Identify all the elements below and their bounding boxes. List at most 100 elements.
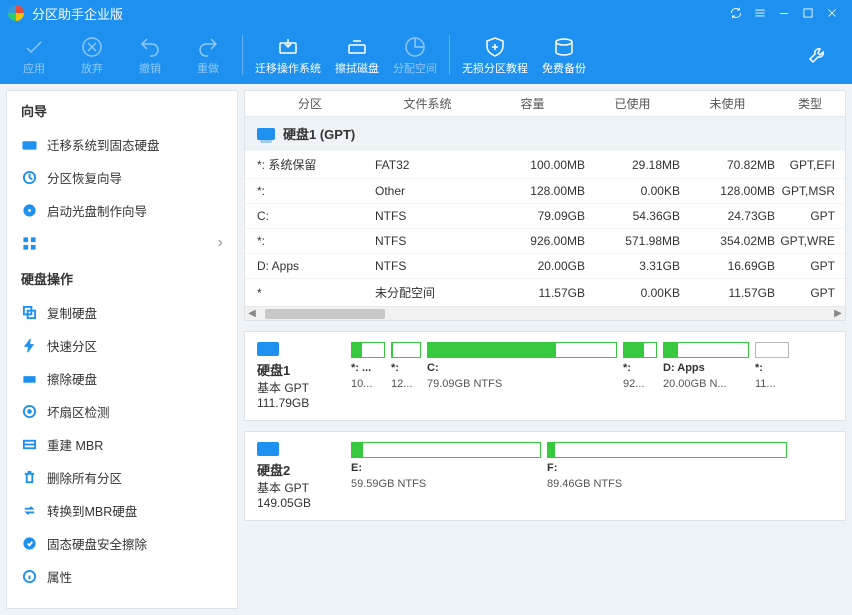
menu-button[interactable] bbox=[748, 1, 772, 25]
partition-bar[interactable]: *:11... bbox=[755, 342, 789, 410]
table-row[interactable]: *: 系统保留FAT32100.00MB29.18MB70.82MBGPT,EF… bbox=[245, 150, 845, 178]
ssd-icon bbox=[21, 137, 37, 153]
col-free[interactable]: 未使用 bbox=[680, 95, 775, 112]
minimize-button[interactable] bbox=[772, 1, 796, 25]
col-filesystem[interactable]: 文件系统 bbox=[375, 95, 480, 112]
disk-name: 硬盘2 bbox=[257, 460, 341, 479]
sidebar-item-delete-all[interactable]: 删除所有分区 bbox=[7, 461, 237, 494]
scroll-left-icon[interactable]: ◀ bbox=[245, 308, 259, 319]
redo-label: 重做 bbox=[197, 60, 219, 76]
sidebar-item-copy-disk[interactable]: 复制硬盘 bbox=[7, 296, 237, 329]
partition-desc: 79.09GB NTFS bbox=[427, 378, 617, 390]
partition-desc: 92... bbox=[623, 378, 657, 390]
maximize-button[interactable] bbox=[796, 1, 820, 25]
table-header: 分区 文件系统 容量 已使用 未使用 类型 bbox=[245, 91, 845, 117]
lossless-button[interactable]: 无损分区教程 bbox=[456, 32, 534, 78]
col-type[interactable]: 类型 bbox=[775, 95, 845, 112]
alloc-space-button[interactable]: 分配空间 bbox=[387, 32, 443, 78]
sidebar-item-migrate-ssd[interactable]: 迁移系统到固态硬盘 bbox=[7, 128, 237, 161]
backup-icon bbox=[552, 35, 576, 59]
disk-size: 149.05GB bbox=[257, 496, 341, 510]
usage-bar bbox=[351, 442, 541, 458]
sidebar-item-convert-mbr[interactable]: 转换到MBR硬盘 bbox=[7, 494, 237, 527]
app-logo-icon bbox=[8, 5, 24, 21]
table-row[interactable]: *:Other128.00MB0.00KB128.00MBGPT,MSR bbox=[245, 178, 845, 203]
partition-bar[interactable]: E:59.59GB NTFS bbox=[351, 442, 541, 510]
apply-button[interactable]: 应用 bbox=[6, 32, 62, 78]
sidebar-item-bootdisc[interactable]: 启动光盘制作向导 bbox=[7, 194, 237, 227]
partition-label: *: bbox=[623, 362, 657, 374]
cell-type: GPT bbox=[775, 286, 845, 300]
diskops-header: 硬盘操作 bbox=[7, 259, 237, 296]
wipe-disk-button[interactable]: 擦拭磁盘 bbox=[329, 32, 385, 78]
disk-type: 基本 GPT bbox=[257, 379, 341, 396]
sidebar-item-label: 分区恢复向导 bbox=[47, 168, 122, 187]
migrate-os-label: 迁移操作系统 bbox=[255, 60, 321, 76]
partition-bar[interactable]: D: Apps20.00GB N... bbox=[663, 342, 749, 410]
partition-label: *: bbox=[755, 362, 789, 374]
separator bbox=[242, 35, 243, 75]
table-row[interactable]: *未分配空间11.57GB0.00KB11.57GBGPT bbox=[245, 278, 845, 306]
partition-bar[interactable]: *: ...10... bbox=[351, 342, 385, 410]
disk-group-header[interactable]: 硬盘1 (GPT) bbox=[245, 117, 845, 150]
shield-icon bbox=[483, 35, 507, 59]
col-used[interactable]: 已使用 bbox=[585, 95, 680, 112]
undo-button[interactable]: 撤销 bbox=[122, 32, 178, 78]
main-panel: 分区 文件系统 容量 已使用 未使用 类型 硬盘1 (GPT) *: 系统保留F… bbox=[244, 90, 846, 609]
sidebar-item-badsector[interactable]: 坏扇区检测 bbox=[7, 395, 237, 428]
partition-bar[interactable]: *:12... bbox=[391, 342, 421, 410]
discard-button[interactable]: 放弃 bbox=[64, 32, 120, 78]
partition-bar[interactable]: F:89.46GB NTFS bbox=[547, 442, 787, 510]
cell-filesystem: FAT32 bbox=[375, 158, 480, 172]
bolt-icon bbox=[21, 338, 37, 354]
cell-partition: *: bbox=[245, 234, 375, 248]
table-row[interactable]: D: AppsNTFS20.00GB3.31GB16.69GBGPT bbox=[245, 253, 845, 278]
cell-partition: D: Apps bbox=[245, 259, 375, 273]
close-button[interactable] bbox=[820, 1, 844, 25]
sidebar-item-properties[interactable]: 属性 bbox=[7, 560, 237, 593]
col-partition[interactable]: 分区 bbox=[245, 95, 375, 112]
cell-filesystem: Other bbox=[375, 184, 480, 198]
cell-capacity: 79.09GB bbox=[480, 209, 585, 223]
discard-label: 放弃 bbox=[81, 60, 103, 76]
table-row[interactable]: *:NTFS926.00MB571.98MB354.02MBGPT,WRE bbox=[245, 228, 845, 253]
refresh-button[interactable] bbox=[724, 1, 748, 25]
sidebar-item-quick-part[interactable]: 快速分区 bbox=[7, 329, 237, 362]
migrate-os-button[interactable]: 迁移操作系统 bbox=[249, 32, 327, 78]
cell-capacity: 20.00GB bbox=[480, 259, 585, 273]
disk-card: 硬盘1基本 GPT111.79GB *: ...10...*:12...C:79.… bbox=[244, 331, 846, 421]
cell-capacity: 128.00MB bbox=[480, 184, 585, 198]
cell-free: 16.69GB bbox=[680, 259, 775, 273]
erase-icon bbox=[21, 371, 37, 387]
horizontal-scrollbar[interactable]: ◀ ▶ bbox=[245, 306, 845, 320]
sidebar-item-label: 迁移系统到固态硬盘 bbox=[47, 135, 160, 154]
wizard-header: 向导 bbox=[7, 91, 237, 128]
cell-used: 571.98MB bbox=[585, 234, 680, 248]
sidebar-item-rebuild-mbr[interactable]: 重建 MBR bbox=[7, 428, 237, 461]
scrollbar-thumb[interactable] bbox=[265, 309, 385, 319]
cell-partition: *: 系统保留 bbox=[245, 156, 375, 173]
usage-bar bbox=[755, 342, 789, 358]
settings-button[interactable] bbox=[790, 40, 846, 70]
disk-info[interactable]: 硬盘2基本 GPT149.05GB bbox=[257, 442, 341, 510]
disk-info[interactable]: 硬盘1基本 GPT111.79GB bbox=[257, 342, 341, 410]
col-capacity[interactable]: 容量 bbox=[480, 95, 585, 112]
backup-button[interactable]: 免费备份 bbox=[536, 32, 592, 78]
backup-label: 免费备份 bbox=[542, 60, 586, 76]
cell-used: 3.31GB bbox=[585, 259, 680, 273]
sidebar-item-recover[interactable]: 分区恢复向导 bbox=[7, 161, 237, 194]
sidebar-item-wipe[interactable]: 擦除硬盘 bbox=[7, 362, 237, 395]
sidebar-item-ssd-erase[interactable]: 固态硬盘安全擦除 bbox=[7, 527, 237, 560]
scroll-right-icon[interactable]: ▶ bbox=[831, 308, 845, 319]
cell-free: 128.00MB bbox=[680, 184, 775, 198]
redo-button[interactable]: 重做 bbox=[180, 32, 236, 78]
cell-free: 354.02MB bbox=[680, 234, 775, 248]
partition-bar[interactable]: *: 92... bbox=[623, 342, 657, 410]
sidebar-item-more[interactable] bbox=[7, 227, 237, 259]
cell-free: 24.73GB bbox=[680, 209, 775, 223]
partition-bar[interactable]: C:79.09GB NTFS bbox=[427, 342, 617, 410]
scan-icon bbox=[21, 404, 37, 420]
table-row[interactable]: C:NTFS79.09GB54.36GB24.73GBGPT bbox=[245, 203, 845, 228]
partition-label: *: bbox=[391, 362, 421, 374]
cell-partition: *: bbox=[245, 184, 375, 198]
